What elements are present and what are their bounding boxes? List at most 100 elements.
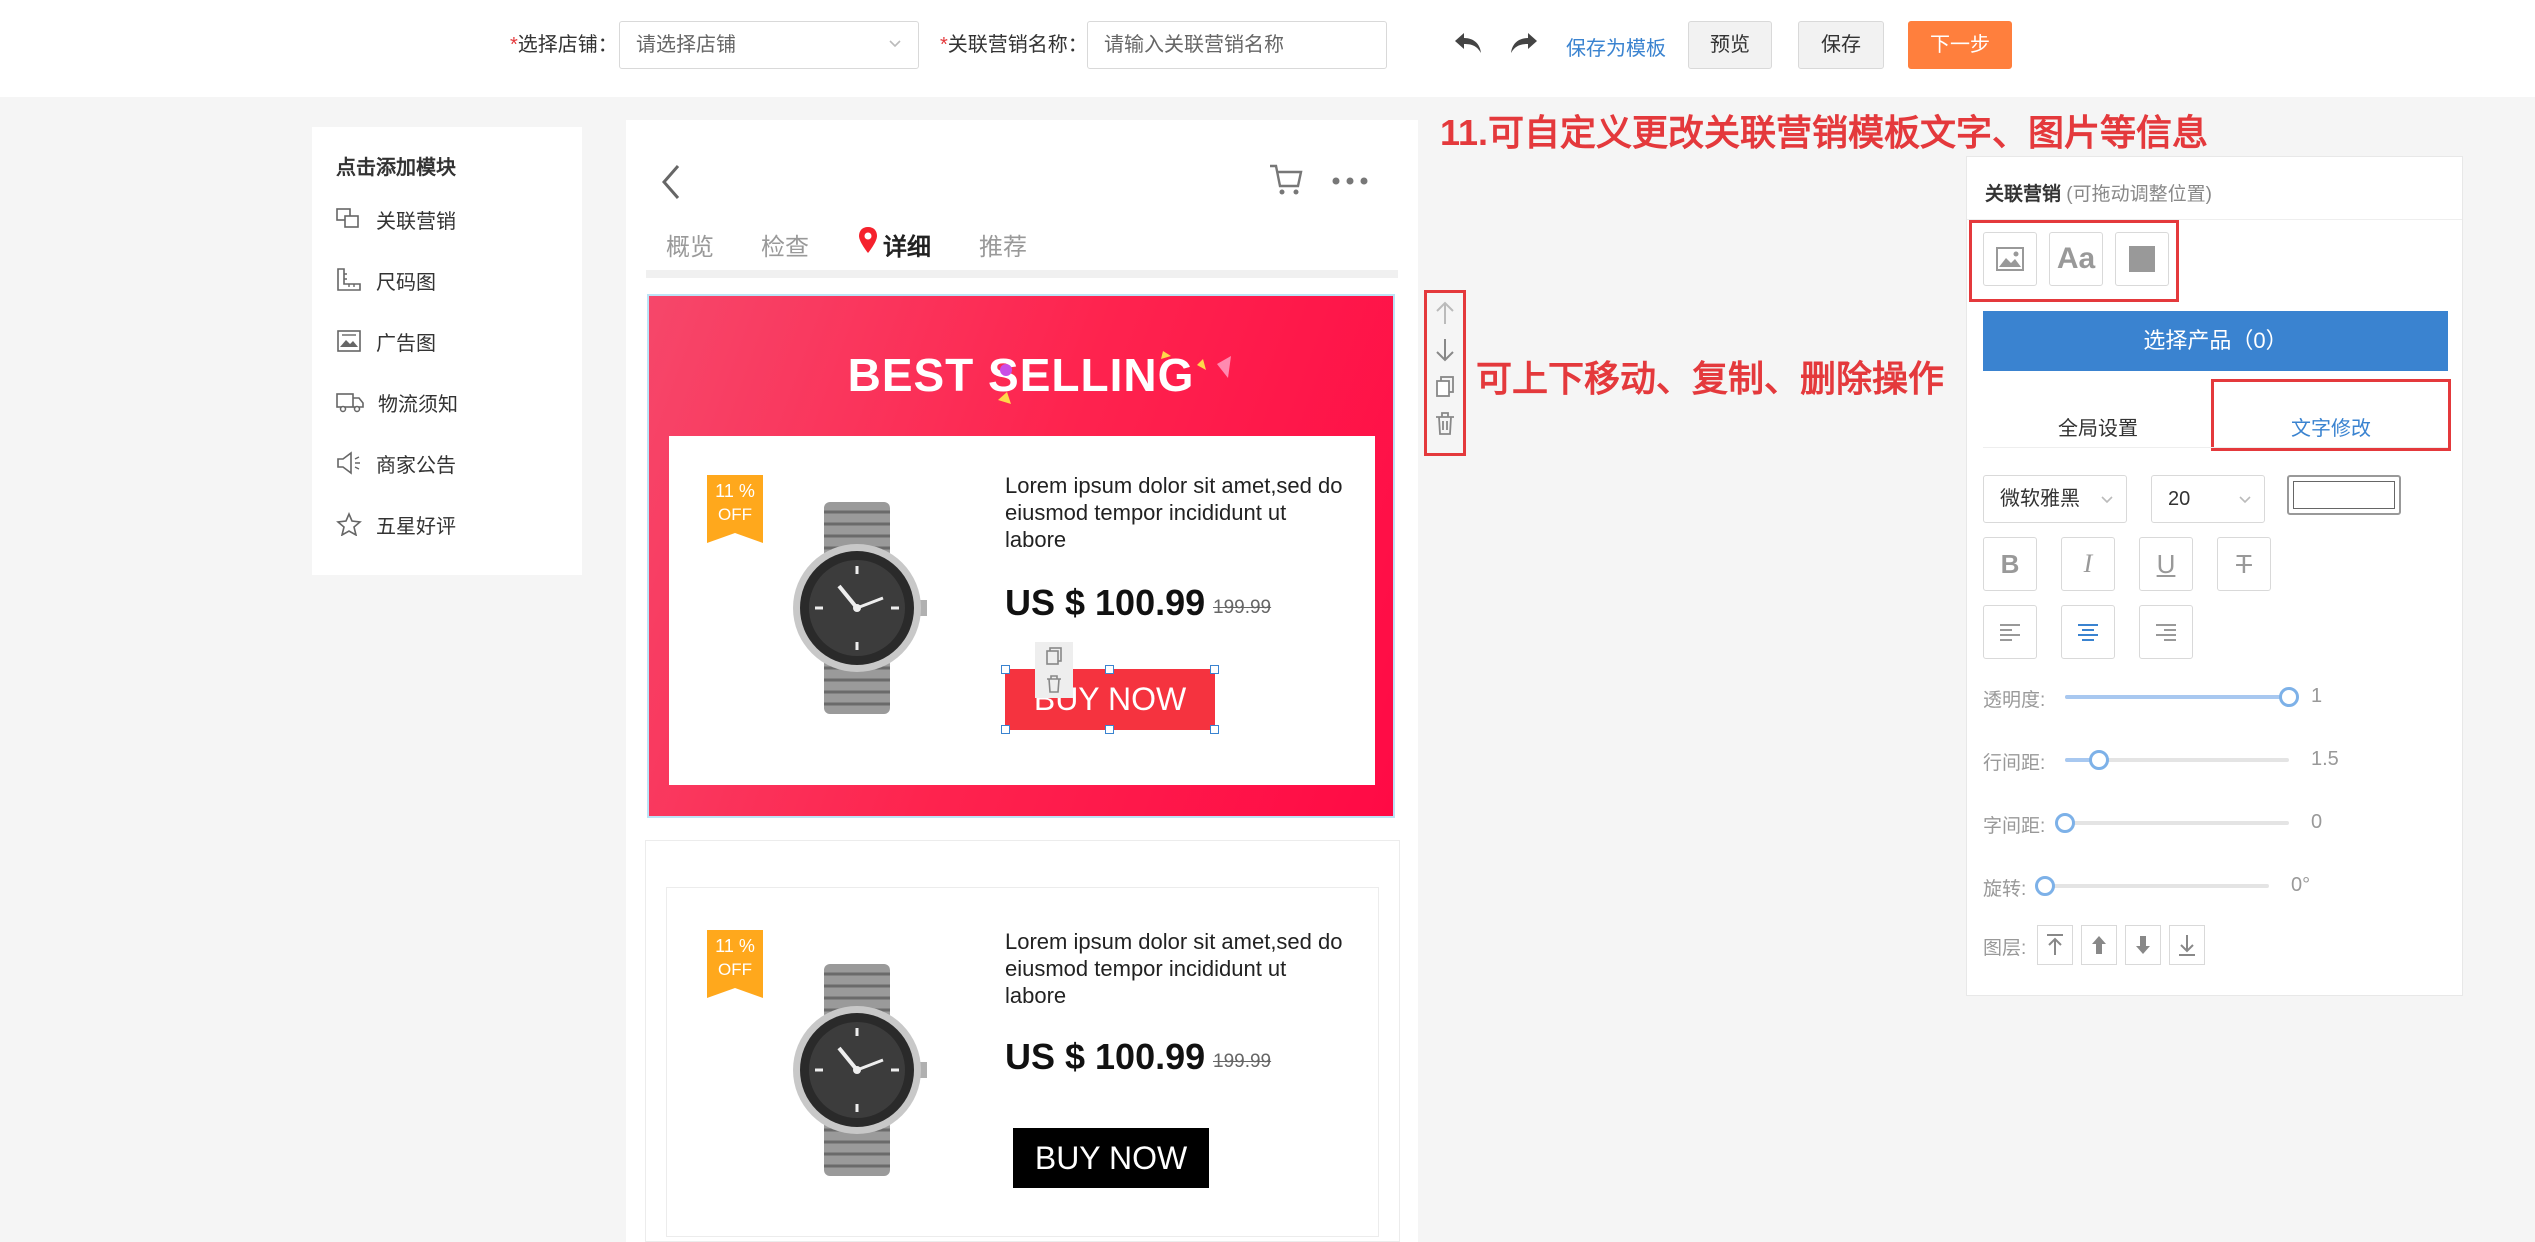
discount-badge: 11 % OFF xyxy=(707,930,763,998)
align-left-icon xyxy=(2000,624,2020,641)
select-products-button[interactable]: 选择产品（0） xyxy=(1983,311,2448,371)
delete-icon[interactable] xyxy=(1044,674,1064,694)
letter-spacing-slider[interactable] xyxy=(2055,813,2289,833)
layer-up-button[interactable] xyxy=(2081,925,2117,965)
rotation-label: 旋转: xyxy=(1983,879,2027,900)
module-item-related-marketing[interactable]: 关联营销 xyxy=(336,199,456,239)
tab-details[interactable]: 详细 xyxy=(883,227,931,262)
strikethrough-button[interactable]: T xyxy=(2217,537,2271,591)
resize-handle[interactable] xyxy=(1105,665,1114,674)
letter-spacing-slider-handle[interactable] xyxy=(2055,813,2075,833)
tab-global-settings[interactable]: 全局设置 xyxy=(1983,397,2213,461)
move-down-icon[interactable] xyxy=(1434,337,1456,363)
resize-handle[interactable] xyxy=(1001,725,1010,734)
font-size-select[interactable]: 20 xyxy=(2151,475,2265,523)
product-price[interactable]: US $ 100.99 xyxy=(1005,1036,1205,1078)
bold-button[interactable]: B xyxy=(1983,537,2037,591)
tools-highlight xyxy=(1969,220,2179,302)
module-item-logistics[interactable]: 物流须知 xyxy=(336,382,458,422)
watch-image[interactable] xyxy=(769,964,945,1176)
font-family-value: 微软雅黑 xyxy=(2000,488,2080,510)
product-price[interactable]: US $ 100.99 xyxy=(1005,582,1205,624)
italic-button[interactable]: I xyxy=(2061,537,2115,591)
announcement-icon xyxy=(337,451,360,475)
product-description[interactable]: Lorem ipsum dolor sit amet,sed do eiusmo… xyxy=(1005,472,1345,553)
opacity-slider-fill xyxy=(2065,695,2289,699)
save-button[interactable]: 保存 xyxy=(1798,21,1884,69)
related-product-module[interactable]: 11 % OFF Lorem ipsum dolor sit amet,sed d… xyxy=(645,840,1400,1242)
rotation-slider[interactable] xyxy=(2035,876,2269,896)
redo-icon[interactable] xyxy=(1508,29,1540,57)
resize-handle[interactable] xyxy=(1001,665,1010,674)
font-family-select[interactable]: 微软雅黑 xyxy=(1983,475,2127,523)
operations-hint: 可上下移动、复制、删除操作 xyxy=(1476,358,1945,399)
italic-icon: I xyxy=(2083,549,2093,578)
underline-button[interactable]: U xyxy=(2139,537,2193,591)
confetti-decoration xyxy=(998,351,1231,404)
more-icon[interactable] xyxy=(1332,176,1368,186)
original-price[interactable]: 199.99 xyxy=(1213,597,1271,619)
opacity-slider[interactable] xyxy=(2065,687,2299,707)
resize-handle[interactable] xyxy=(1210,725,1219,734)
rotation-slider-handle[interactable] xyxy=(2035,876,2055,896)
product-card: 11 % OFF Lorem ipsum dolor sit amet,sed d… xyxy=(669,436,1375,785)
layer-bottom-button[interactable] xyxy=(2169,925,2205,965)
product-description[interactable]: Lorem ipsum dolor sit amet,sed do eiusmo… xyxy=(1005,928,1345,1009)
buy-now-button[interactable]: BUY NOW xyxy=(1013,1128,1209,1188)
required-mark: * xyxy=(940,34,948,56)
module-panel: 点击添加模块 关联营销 尺码图 广告图 物流须知 商家公告 五星好评 xyxy=(312,127,582,575)
save-as-template-link[interactable]: 保存为模板 xyxy=(1566,32,1666,61)
move-up-icon[interactable] xyxy=(1434,300,1456,326)
marketing-name-input[interactable] xyxy=(1087,21,1387,69)
resize-handle[interactable] xyxy=(1210,665,1219,674)
line-height-slider[interactable] xyxy=(2065,750,2289,770)
bold-icon: B xyxy=(2000,548,2020,579)
layer-label: 图层: xyxy=(1983,938,2027,959)
tab-overview[interactable]: 概览 xyxy=(666,227,714,262)
discount-badge-off: OFF xyxy=(718,960,752,979)
opacity-slider-handle[interactable] xyxy=(2279,687,2299,707)
best-selling-module[interactable]: BEST SELLING 11 % OFF Lorem ipsum dolor s… xyxy=(647,294,1395,818)
panel-subtitle: (可拖动调整位置) xyxy=(2066,184,2212,205)
module-item-announcement[interactable]: 商家公告 xyxy=(336,443,456,483)
copy-icon[interactable] xyxy=(1044,646,1064,666)
watch-image[interactable] xyxy=(769,502,945,714)
module-item-label: 物流须知 xyxy=(378,393,458,416)
font-size-value: 20 xyxy=(2168,488,2191,510)
discount-badge-off: OFF xyxy=(718,505,752,524)
shop-label-text: 选择店铺 xyxy=(517,34,598,56)
marketing-name-label-text: 关联营销名称 xyxy=(947,34,1068,56)
buy-now-label: BUY NOW xyxy=(1034,1140,1188,1176)
module-item-five-star[interactable]: 五星好评 xyxy=(336,504,456,544)
top-toolbar: *选择店铺： 请选择店铺 *关联营销名称： 保存为模板 预览 保存 下一步 xyxy=(0,0,2535,97)
align-right-button[interactable] xyxy=(2139,605,2193,659)
discount-badge-percent: 11 % xyxy=(715,936,755,956)
chevron-down-icon xyxy=(2101,496,2113,504)
resize-handle[interactable] xyxy=(1105,725,1114,734)
opacity-value: 1 xyxy=(2311,685,2323,707)
line-height-slider-handle[interactable] xyxy=(2088,750,2109,770)
align-left-button[interactable] xyxy=(1983,605,2037,659)
back-arrow-icon[interactable] xyxy=(660,164,682,200)
original-price[interactable]: 199.99 xyxy=(1213,1051,1271,1073)
module-item-size-chart[interactable]: 尺码图 xyxy=(336,260,436,300)
module-item-ad-image[interactable]: 广告图 xyxy=(336,321,436,361)
tab-inspection[interactable]: 检查 xyxy=(761,227,809,262)
next-step-button[interactable]: 下一步 xyxy=(1908,21,2012,69)
shop-select[interactable]: 请选择店铺 xyxy=(619,21,919,69)
cart-icon[interactable] xyxy=(1268,162,1304,198)
size-chart-icon xyxy=(337,268,361,291)
align-center-icon xyxy=(2078,624,2098,641)
undo-icon[interactable] xyxy=(1452,29,1484,57)
copy-icon[interactable] xyxy=(1434,374,1456,400)
delete-icon[interactable] xyxy=(1434,411,1456,437)
align-center-button[interactable] xyxy=(2061,605,2115,659)
tab-recommend[interactable]: 推荐 xyxy=(979,227,1027,262)
align-right-icon xyxy=(2156,624,2176,641)
preview-button[interactable]: 预览 xyxy=(1688,21,1772,69)
color-picker[interactable] xyxy=(2287,475,2401,515)
layer-down-button[interactable] xyxy=(2125,925,2161,965)
rotation-value: 0° xyxy=(2291,874,2311,896)
layer-top-button[interactable] xyxy=(2037,925,2073,965)
strikethrough-icon: T xyxy=(2236,548,2252,579)
